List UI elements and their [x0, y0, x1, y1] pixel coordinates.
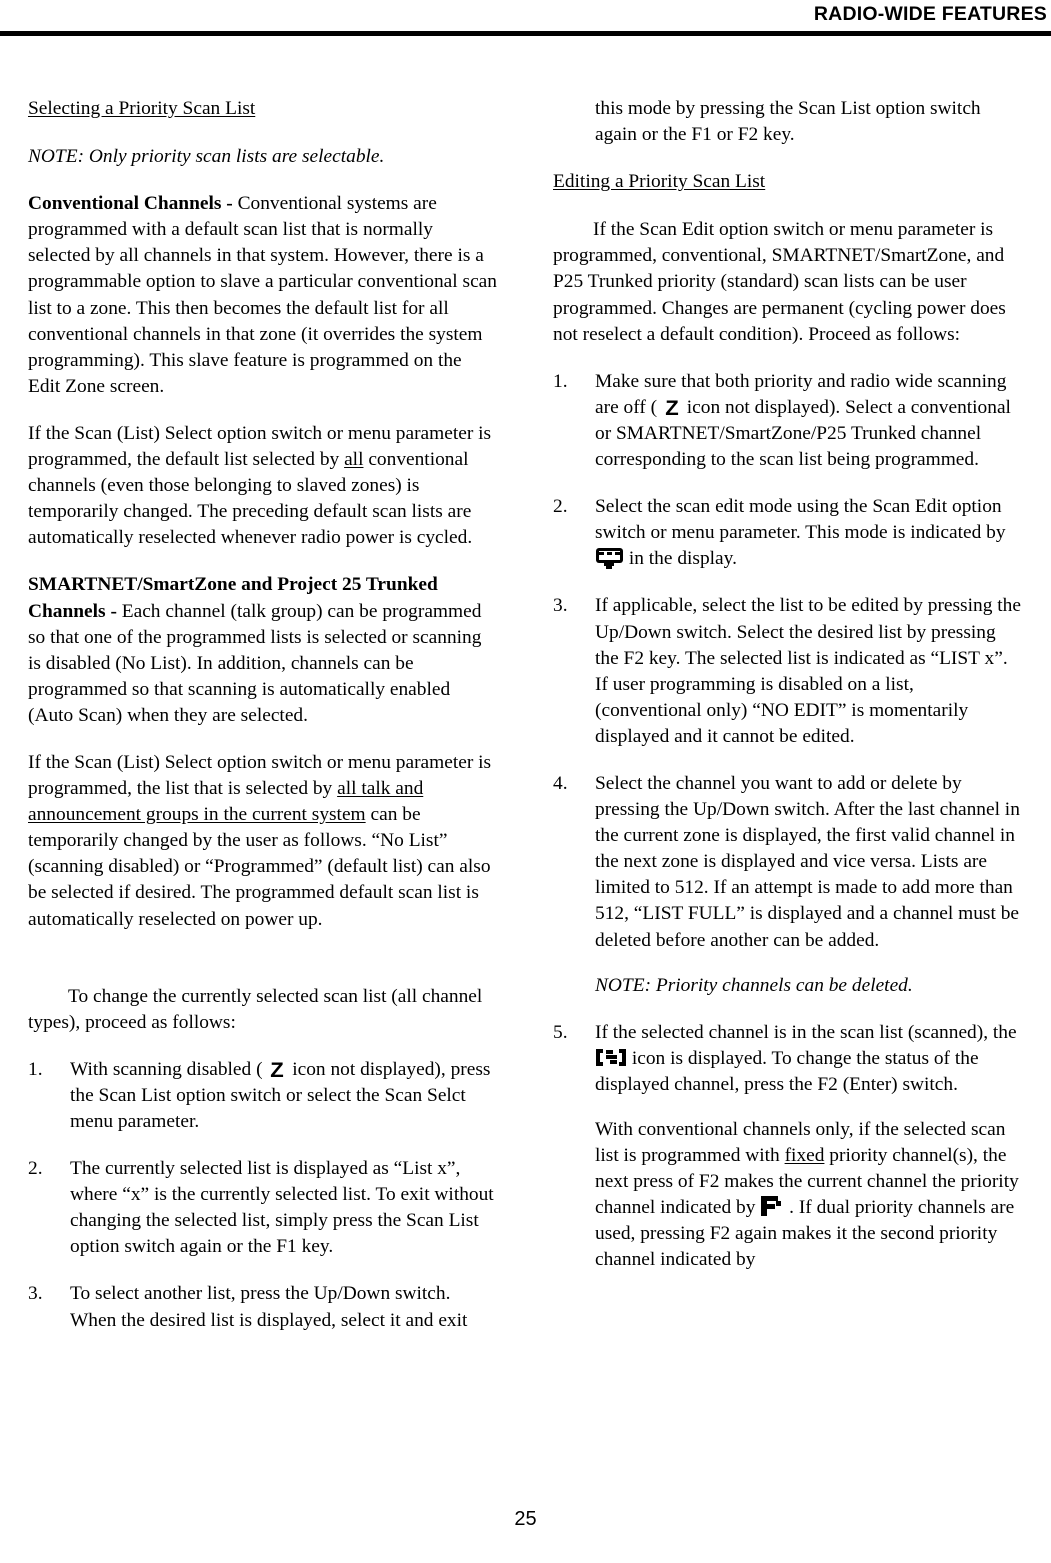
list-item: 3. To select another list, press the Up/D… — [28, 1281, 498, 1333]
note-priority-scan-lists-selectable: NOTE: Only priority scan lists are selec… — [28, 146, 385, 168]
priority-p-icon — [761, 1196, 783, 1217]
list-item-number: 5. — [553, 1021, 568, 1043]
scan-z-icon: Z — [270, 1058, 285, 1082]
list-item: 4. Select the channel you want to add or … — [553, 771, 1023, 999]
list-item-number: 2. — [553, 496, 568, 518]
list-item-text: To select another list, press the Up/Dow… — [70, 1283, 468, 1331]
left-column: Selecting a Priority Scan List NOTE: Onl… — [28, 96, 498, 1355]
scanned-icon-s-notch-top — [613, 1049, 617, 1054]
scan-edit-icon-tab-tip — [606, 565, 612, 570]
continuation-text: this mode by pressing the Scan List opti… — [595, 98, 981, 146]
scan-z-icon: Z — [665, 396, 679, 420]
scan-edit-icon — [596, 548, 623, 570]
paragraph-scan-select-conventional: If the Scan (List) Select option switch … — [28, 421, 498, 551]
list-item: 1. Make sure that both priority and radio… — [553, 369, 1023, 473]
list-item-continuation: this mode by pressing the Scan List opti… — [553, 96, 1023, 148]
header-divider-rule — [0, 31, 1051, 36]
paragraph-procedure-intro: To change the currently selected scan li… — [28, 985, 483, 1033]
scanned-icon-right-bracket — [619, 1048, 626, 1066]
priority-icon-middle-arm — [761, 1204, 776, 1210]
scan-select-conventional-underlined: all — [344, 449, 364, 471]
priority-icon-dot — [776, 1201, 782, 1207]
left-steps-list: 1. With scanning disabled ( Z icon not di… — [28, 1057, 498, 1334]
paragraph-conventional-channels-body: Conventional systems are programmed with… — [28, 193, 497, 397]
scan-edit-icon-dash — [615, 552, 620, 556]
list-item-number: 3. — [28, 1283, 43, 1305]
two-column-body: Selecting a Priority Scan List NOTE: Onl… — [0, 96, 1051, 1476]
section-heading-editing-priority-scan-list: Editing a Priority Scan List — [553, 169, 1023, 195]
page-header: RADIO-WIDE FEATURES — [0, 0, 1051, 40]
paragraph-scan-select-trunked: If the Scan (List) Select option switch … — [28, 750, 498, 933]
list-item-text-part2: in the display. — [624, 548, 737, 570]
scan-edit-icon-inner — [599, 551, 620, 561]
paragraph-conventional-channels: Conventional Channels - Conventional sys… — [28, 191, 498, 400]
list-item: 1. With scanning disabled ( Z icon not di… — [28, 1057, 498, 1135]
note-priority-channels-can-be-deleted: NOTE: Priority channels can be deleted. — [595, 974, 913, 996]
list-item-text-part1: With scanning disabled ( — [70, 1058, 268, 1080]
lead-in-conventional-channels: Conventional Channels - — [28, 193, 238, 215]
scan-edit-icon-dash — [607, 552, 612, 556]
section-heading-selecting-priority-scan-list: Selecting a Priority Scan List — [28, 96, 498, 122]
section-heading-text: Editing a Priority Scan List — [553, 171, 766, 193]
right-column: this mode by pressing the Scan List opti… — [553, 96, 1023, 1295]
list-item-text-part1: Select the scan edit mode using the Scan… — [595, 496, 1006, 544]
list-item: 2. The currently selected list is display… — [28, 1156, 498, 1260]
list-item-text: Select the channel you want to add or de… — [595, 772, 1020, 951]
paragraph-editing-intro: If the Scan Edit option switch or menu p… — [553, 219, 1006, 345]
scan-edit-icon-dash — [599, 552, 604, 556]
list-item-text: If applicable, select the list to be edi… — [595, 595, 1021, 747]
list-item-text: The currently selected list is displayed… — [70, 1158, 494, 1258]
list-item-number: 4. — [553, 772, 568, 794]
list-item-number: 1. — [28, 1058, 43, 1080]
list-item: 2. Select the scan edit mode using the Sc… — [553, 494, 1023, 572]
list-item: 5. If the selected channel is in the scan… — [553, 1020, 1023, 1274]
scanned-bracket-s-icon — [596, 1048, 626, 1066]
page-title: RADIO-WIDE FEATURES — [813, 3, 1047, 25]
list-item-number: 2. — [28, 1158, 43, 1180]
paragraph-trunked-channels: SMARTNET/SmartZone and Project 25 Trunke… — [28, 572, 498, 729]
list-item-text-part1: If the selected channel is in the scan l… — [595, 1021, 1017, 1043]
scanned-icon-s-notch-bottom — [606, 1059, 610, 1064]
scanned-icon-s-middle — [606, 1054, 617, 1059]
right-continuation-list: this mode by pressing the Scan List opti… — [553, 96, 1023, 148]
list-item: 3. If applicable, select the list to be e… — [553, 593, 1023, 750]
page-number: 25 — [514, 1508, 537, 1530]
list-item-number: 1. — [553, 370, 568, 392]
list-item-number: 3. — [553, 595, 568, 617]
scanned-icon-left-bracket — [596, 1048, 603, 1066]
fixed-priority-underlined: fixed — [784, 1145, 825, 1167]
list-item-text-part2: icon is displayed. To change the status … — [595, 1047, 979, 1095]
paragraph-fixed-priority-channels: With conventional channels only, if the … — [595, 1117, 1023, 1274]
right-steps-list: 1. Make sure that both priority and radio… — [553, 369, 1023, 1274]
section-heading-text: Selecting a Priority Scan List — [28, 98, 256, 119]
